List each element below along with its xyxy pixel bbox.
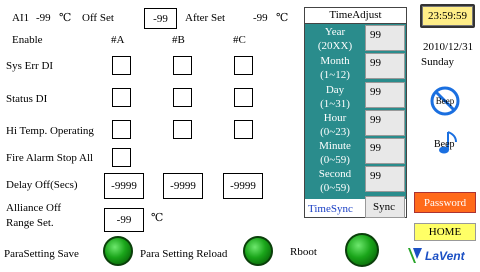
day-input[interactable]: 99 [365,82,405,108]
beep-on-label: Beep [434,139,455,150]
logo-icon [408,248,422,263]
month-input[interactable]: 99 [365,53,405,79]
clock-text: 23:59:59 [427,10,468,22]
day-label: Day (1~31) [320,84,350,110]
sys-err-label: Sys Err DI [6,60,54,72]
hour-input[interactable]: 99 [365,110,405,136]
month-label: Month (1~12) [320,55,350,81]
hi-temp-label: Hi Temp. Operating [6,125,94,137]
offset-label: Off Set [82,12,114,24]
delay-off-b-input[interactable]: -9999 [163,173,203,199]
status-label: Status DI [6,93,48,105]
password-button[interactable]: Password [414,192,476,213]
home-button[interactable]: HOME [414,223,476,241]
reboot-label: Rboot [290,246,317,258]
hi-temp-a-checkbox[interactable] [112,120,131,139]
year-input[interactable]: 99 [365,25,405,51]
minute-label: Minute (0~59) [319,140,351,166]
after-set-label: After Set [185,12,226,24]
save-button[interactable] [103,236,133,266]
status-a-checkbox[interactable] [112,88,131,107]
sync-button[interactable]: Sync [365,196,405,218]
after-set-unit: ℃ [276,12,289,24]
second-label: Second (0~59) [318,168,352,194]
ai-unit: ℃ [59,12,72,24]
beep-off-icon: Beep [430,86,460,116]
time-adjust-panel: TimeAdjust Year (20XX) 99 Month (1~12) 99 … [304,7,407,218]
status-b-checkbox[interactable] [173,88,192,107]
alliance-input[interactable]: -99 [104,208,144,232]
lavent-logo: LaVent [406,245,478,267]
password-label: Password [423,196,467,209]
alliance-label-line2: Range Set. [6,217,54,229]
alliance-value: -99 [116,214,132,226]
svg-text:Beep: Beep [436,96,455,106]
status-c-checkbox[interactable] [234,88,253,107]
minute-input[interactable]: 99 [365,138,405,164]
delay-off-a-input[interactable]: -9999 [104,173,144,199]
after-set-value: -99 [253,12,268,24]
reload-label: Para Setting Reload [140,248,228,260]
fire-alarm-checkbox[interactable] [112,148,131,167]
beep-off-button[interactable]: Beep [430,86,460,116]
hi-temp-c-checkbox[interactable] [234,120,253,139]
delay-off-c-input[interactable]: -9999 [223,173,263,199]
column-a-header: #A [111,34,125,46]
date-text: 2010/12/31 [423,41,474,53]
offset-input[interactable]: -99 [144,8,177,29]
alliance-label-line1: Alliance Off [6,202,62,214]
clock-display: 23:59:59 [420,4,475,28]
fire-alarm-label: Fire Alarm Stop All [6,152,94,164]
alliance-unit: ℃ [151,212,164,224]
timesync-label: TimeSync [308,203,353,215]
ai-value: -99 [36,12,51,24]
column-b-header: #B [172,34,185,46]
year-label: Year (20XX) [317,26,353,52]
delay-off-label: Delay Off(Secs) [6,179,78,191]
reload-button[interactable] [243,236,273,266]
sys-err-a-checkbox[interactable] [112,56,131,75]
sys-err-c-checkbox[interactable] [234,56,253,75]
reboot-button[interactable] [345,233,379,267]
enable-header: Enable [12,34,43,46]
offset-input-value: -99 [153,12,168,25]
delay-off-c-value: -9999 [230,180,256,192]
delay-off-b-value: -9999 [170,180,196,192]
save-label: ParaSetting Save [4,248,79,260]
time-adjust-title: TimeAdjust [305,8,406,24]
ai-label: AI1 [12,12,30,24]
column-c-header: #C [233,34,246,46]
second-input[interactable]: 99 [365,166,405,192]
hour-label: Hour (0~23) [320,112,350,138]
logo-text: LaVent [425,249,465,263]
weekday-text: Sunday [421,56,454,68]
home-label: HOME [428,226,462,238]
delay-off-a-value: -9999 [111,180,137,192]
hi-temp-b-checkbox[interactable] [173,120,192,139]
sys-err-b-checkbox[interactable] [173,56,192,75]
